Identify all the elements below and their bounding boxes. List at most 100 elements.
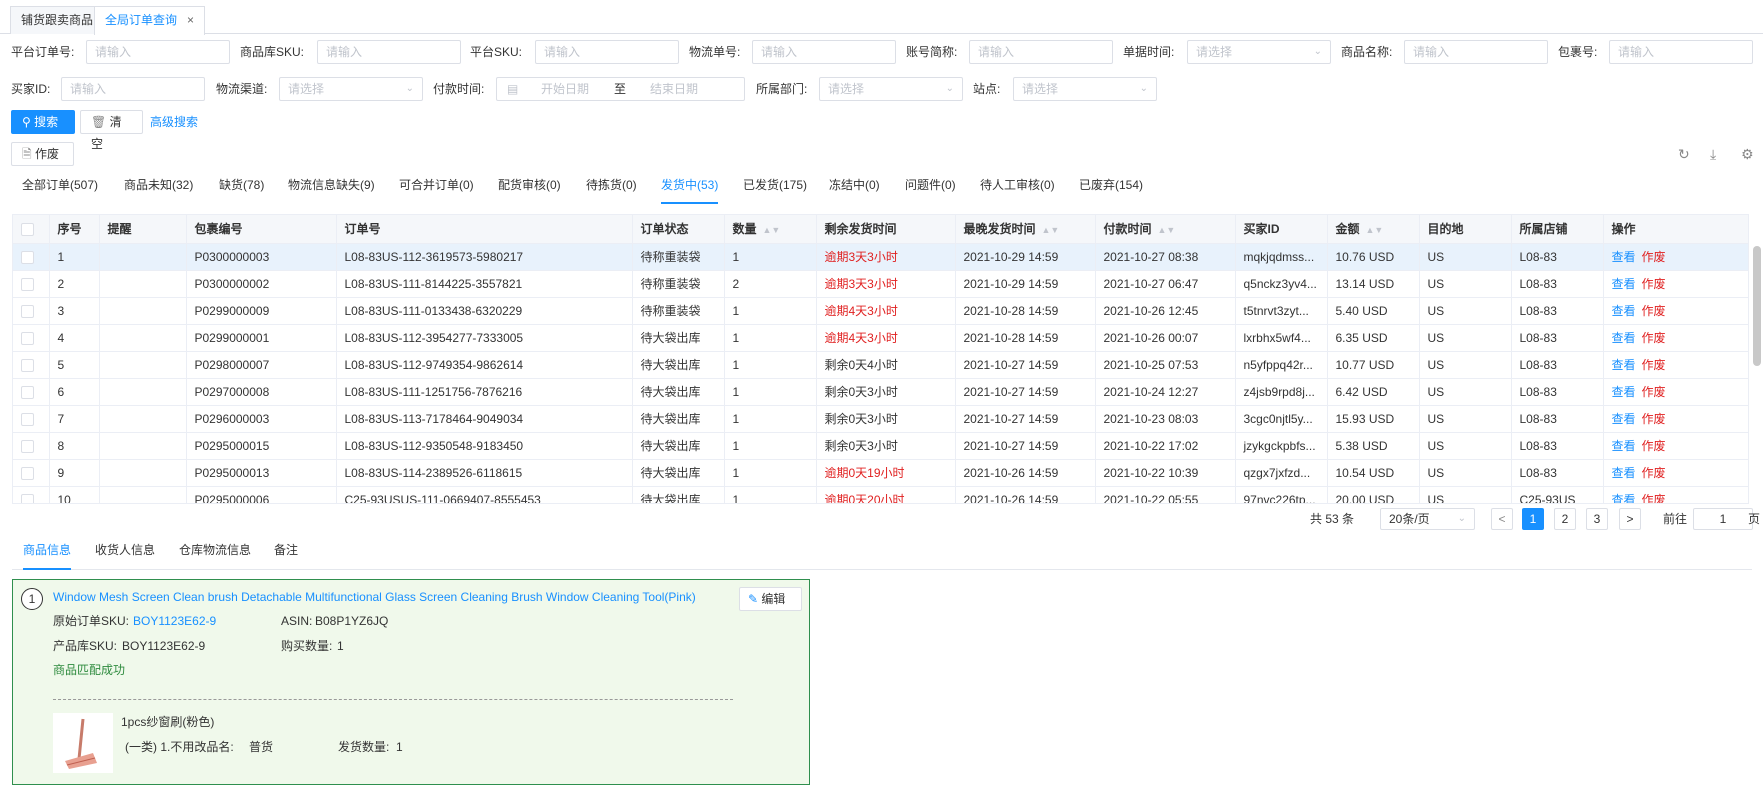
tab-out-of-stock[interactable]: 缺货(78) <box>219 172 264 204</box>
gear-icon[interactable]: ⚙ <box>1741 146 1754 163</box>
site-select[interactable]: 请选择 ⌄ <box>1013 77 1157 101</box>
view-link[interactable]: 查看 <box>1612 493 1636 503</box>
product-title-link[interactable]: Window Mesh Screen Clean brush Detachabl… <box>53 588 696 606</box>
row-checkbox[interactable] <box>21 439 34 453</box>
void-link[interactable]: 作废 <box>1642 331 1666 345</box>
doc-time-select[interactable]: 请选择 ⌄ <box>1187 40 1331 64</box>
select-all-cell[interactable] <box>13 215 50 244</box>
tab-product-info[interactable]: 商品信息 <box>23 538 72 570</box>
pay-time-range[interactable]: ▤ 开始日期 至 结束日期 <box>496 77 745 101</box>
table-scrollbar[interactable] <box>1753 246 1761 366</box>
refresh-icon[interactable]: ↻ <box>1678 146 1690 163</box>
table-row[interactable]: 7 P0296000003 L08-83US-113-7178464-9049034… <box>13 405 1748 433</box>
download-icon[interactable]: ⤓ <box>1710 146 1716 163</box>
logistics-channel-select[interactable]: 请选择 ⌄ <box>279 77 423 101</box>
view-link[interactable]: 查看 <box>1612 250 1636 264</box>
page-button-1[interactable]: 1 <box>1522 508 1544 530</box>
row-select-cell[interactable] <box>13 351 50 379</box>
package-no-input[interactable]: 请输入 <box>1609 40 1753 64</box>
table-row[interactable]: 2 P0300000002 L08-83US-111-8144225-3557821… <box>13 270 1748 298</box>
tab-warehouse-logistics[interactable]: 仓库物流信息 <box>179 538 251 570</box>
table-row[interactable]: 3 P0299000009 L08-83US-111-0133438-6320229… <box>13 297 1748 325</box>
view-link[interactable]: 查看 <box>1612 439 1636 453</box>
view-link[interactable]: 查看 <box>1612 412 1636 426</box>
row-select-cell[interactable] <box>13 324 50 352</box>
tab-to-pick[interactable]: 待拣货(0) <box>586 172 637 204</box>
void-link[interactable]: 作废 <box>1642 277 1666 291</box>
view-link[interactable]: 查看 <box>1612 466 1636 480</box>
tab-all-orders[interactable]: 全部订单(507) <box>22 172 98 204</box>
void-link[interactable]: 作废 <box>1642 358 1666 372</box>
account-abbr-input[interactable]: 请输入 <box>969 40 1113 64</box>
table-row[interactable]: 6 P0297000008 L08-83US-111-1251756-7876216… <box>13 378 1748 406</box>
select-all-checkbox[interactable] <box>21 222 34 236</box>
product-sku-input[interactable]: 请输入 <box>317 40 461 64</box>
view-link[interactable]: 查看 <box>1612 304 1636 318</box>
void-link[interactable]: 作废 <box>1642 466 1666 480</box>
edit-button[interactable]: ✎ 编辑 <box>739 587 802 611</box>
col-header-sortable[interactable]: 数量 ▲▼ <box>724 215 817 244</box>
void-link[interactable]: 作废 <box>1642 412 1666 426</box>
table-row[interactable]: 4 P0299000001 L08-83US-112-3954277-7333005… <box>13 324 1748 352</box>
view-link[interactable]: 查看 <box>1612 277 1636 291</box>
void-link[interactable]: 作废 <box>1642 304 1666 318</box>
row-select-cell[interactable] <box>13 243 50 271</box>
tab-remarks[interactable]: 备注 <box>274 538 298 570</box>
row-select-cell[interactable] <box>13 297 50 325</box>
sort-icon[interactable]: ▲▼ <box>1042 225 1060 235</box>
search-button[interactable]: ⚲ 搜索 <box>11 110 75 134</box>
view-link[interactable]: 查看 <box>1612 358 1636 372</box>
row-checkbox[interactable] <box>21 250 34 264</box>
tab-mergeable[interactable]: 可合并订单(0) <box>399 172 474 204</box>
tab-allocation-review[interactable]: 配货审核(0) <box>498 172 561 204</box>
platform-order-input[interactable]: 请输入 <box>86 40 230 64</box>
orig-sku-link[interactable]: BOY1123E62-9 <box>133 612 216 630</box>
sort-icon[interactable]: ▲▼ <box>763 225 781 235</box>
table-row[interactable]: 1 P0300000003 L08-83US-112-3619573-5980217… <box>13 243 1748 271</box>
row-checkbox[interactable] <box>21 412 34 426</box>
tracking-no-input[interactable]: 请输入 <box>752 40 896 64</box>
platform-sku-input[interactable]: 请输入 <box>535 40 679 64</box>
tab-product-unknown[interactable]: 商品未知(32) <box>124 172 193 204</box>
void-link[interactable]: 作废 <box>1642 439 1666 453</box>
row-select-cell[interactable] <box>13 378 50 406</box>
tab-shipped[interactable]: 已发货(175) <box>743 172 807 204</box>
prev-page-button[interactable]: < <box>1491 508 1513 530</box>
tab-frozen[interactable]: 冻结中(0) <box>829 172 880 204</box>
tab-problem[interactable]: 问题件(0) <box>905 172 956 204</box>
row-select-cell[interactable] <box>13 459 50 487</box>
table-row[interactable]: 8 P0295000015 L08-83US-112-9350548-9183450… <box>13 432 1748 460</box>
row-checkbox[interactable] <box>21 385 34 399</box>
void-button[interactable]: 🗎 作废 <box>11 142 74 166</box>
void-link[interactable]: 作废 <box>1642 250 1666 264</box>
sort-icon[interactable]: ▲▼ <box>1366 225 1384 235</box>
view-link[interactable]: 查看 <box>1612 385 1636 399</box>
page-tab-distribution[interactable]: 铺货跟卖商品 <box>10 6 105 34</box>
tab-discarded[interactable]: 已废弃(154) <box>1079 172 1143 204</box>
row-select-cell[interactable] <box>13 270 50 298</box>
tab-recipient-info[interactable]: 收货人信息 <box>95 538 155 570</box>
page-button-2[interactable]: 2 <box>1554 508 1576 530</box>
table-row[interactable]: 10 P0295000006 C25-93USUS-111-0669407-8555… <box>13 486 1748 503</box>
row-checkbox[interactable] <box>21 304 34 318</box>
row-checkbox[interactable] <box>21 277 34 291</box>
table-row[interactable]: 5 P0298000007 L08-83US-112-9749354-9862614… <box>13 351 1748 379</box>
clear-button[interactable]: 🗑 清空 <box>80 110 143 151</box>
col-header-sortable[interactable]: 付款时间 ▲▼ <box>1095 215 1236 244</box>
sort-icon[interactable]: ▲▼ <box>1158 225 1176 235</box>
close-icon[interactable]: × <box>187 13 194 27</box>
page-size-select[interactable]: 20条/页 ⌄ <box>1380 508 1475 530</box>
next-page-button[interactable]: > <box>1619 508 1641 530</box>
goto-page-input[interactable]: 1 <box>1693 508 1753 530</box>
tab-logistics-missing[interactable]: 物流信息缺失(9) <box>288 172 375 204</box>
department-select[interactable]: 请选择 ⌄ <box>819 77 963 101</box>
product-name-input[interactable]: 请输入 <box>1404 40 1548 64</box>
col-header-sortable[interactable]: 金额 ▲▼ <box>1327 215 1420 244</box>
row-checkbox[interactable] <box>21 358 34 372</box>
table-row[interactable]: 9 P0295000013 L08-83US-114-2389526-6118615… <box>13 459 1748 487</box>
row-select-cell[interactable] <box>13 486 50 503</box>
row-select-cell[interactable] <box>13 432 50 460</box>
page-tab-global-orders[interactable]: 全局订单查询 × <box>94 6 206 35</box>
tab-shipping[interactable]: 发货中(53) <box>661 172 719 204</box>
page-button-3[interactable]: 3 <box>1586 508 1608 530</box>
